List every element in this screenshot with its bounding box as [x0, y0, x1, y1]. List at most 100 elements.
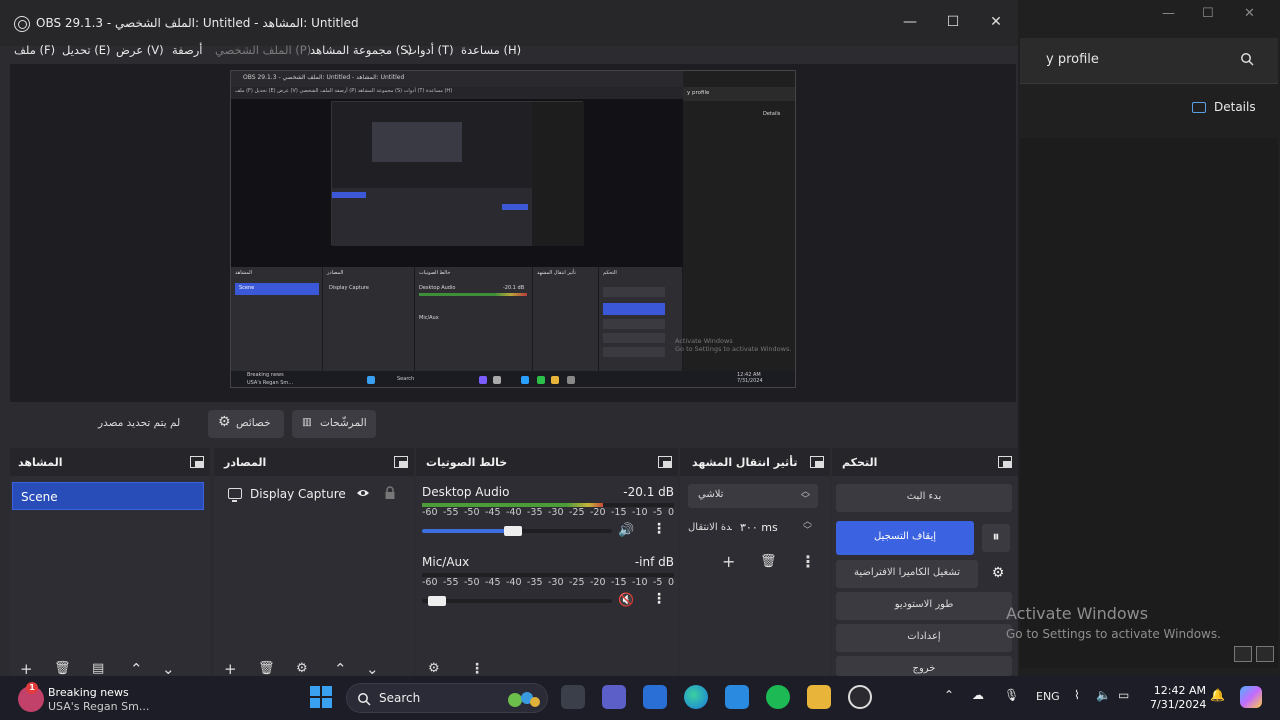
edge-icon[interactable]: [684, 685, 708, 709]
start-button[interactable]: [310, 686, 332, 708]
mini-record-highlight: [502, 204, 528, 210]
details-button[interactable]: Details: [1192, 100, 1256, 114]
language-indicator[interactable]: ENG: [1036, 690, 1060, 703]
spinner-icon[interactable]: ︿ ﹀: [803, 518, 812, 536]
volume-icon[interactable]: 🔈: [1096, 688, 1111, 702]
mail-icon[interactable]: [725, 685, 749, 709]
copilot-icon[interactable]: [1240, 686, 1262, 708]
task-view-icon[interactable]: [561, 685, 585, 709]
clock[interactable]: 12:42 AM 7/31/2024: [1150, 684, 1206, 712]
menu-docks[interactable]: أرصفة: [172, 43, 203, 57]
list-view-icon[interactable]: [1234, 646, 1252, 662]
add-icon[interactable]: +: [722, 552, 735, 571]
taskbar-search[interactable]: Search: [346, 683, 548, 713]
chevron-up-icon[interactable]: ⌃: [130, 662, 143, 677]
mini-docks: المشاهد المصادر خالط الصوتيات تأثير انتق…: [231, 267, 683, 371]
muted-speaker-icon[interactable]: 🔇: [618, 593, 634, 608]
gear-icon[interactable]: ⚙: [428, 662, 440, 676]
view-toggle[interactable]: [1234, 646, 1276, 666]
tile-view-icon[interactable]: [1256, 646, 1274, 662]
settings-button[interactable]: إعدادات: [836, 624, 1012, 652]
meter-tick-label: -60: [422, 577, 438, 588]
source-item[interactable]: Display Capture: [224, 486, 404, 504]
close-button[interactable]: ✕: [986, 14, 1006, 30]
exit-button[interactable]: خروج: [836, 656, 1012, 676]
scene-item[interactable]: Scene: [12, 482, 204, 510]
wifi-icon[interactable]: ⌇: [1074, 688, 1080, 702]
search-icon[interactable]: [1240, 52, 1254, 66]
meter-tick-label: -50: [464, 577, 480, 588]
meter-tick-label: -20: [590, 507, 606, 518]
virtual-camera-button[interactable]: تشغيل الكاميرا الافتراضية: [836, 560, 978, 588]
bg-close-icon[interactable]: ✕: [1244, 6, 1255, 21]
mini-news-title: Breaking news: [247, 372, 284, 378]
transition-select[interactable]: تلاشي ︿ ﹀: [688, 484, 818, 508]
undock-icon[interactable]: [658, 456, 672, 468]
menu-help[interactable]: مساعدة (H): [461, 43, 521, 57]
cloud-icon[interactable]: ☁: [972, 688, 984, 702]
properties-button[interactable]: ⚙ خصائص: [208, 410, 284, 438]
chevron-down-icon[interactable]: ⌄: [162, 662, 175, 677]
file-explorer-icon[interactable]: [807, 685, 831, 709]
bg-search-box[interactable]: y profile: [1020, 38, 1278, 84]
gear-icon[interactable]: ⚙: [296, 662, 308, 676]
stop-recording-button[interactable]: إيقاف التسجيل: [836, 521, 974, 555]
obs-taskbar-icon[interactable]: [848, 685, 872, 709]
menu-edit[interactable]: تحديل (E): [62, 43, 110, 57]
preview-canvas[interactable]: OBS 29.1.3 - الملف الشخصي: Untitled - ال…: [230, 70, 796, 388]
filter-icon[interactable]: ▤: [92, 662, 104, 676]
bg-maximize-icon[interactable]: ☐: [1202, 6, 1214, 21]
battery-icon[interactable]: ▭: [1118, 688, 1129, 702]
kebab-menu-icon[interactable]: ⋮: [652, 591, 666, 607]
meter-tick-label: -20: [590, 577, 606, 588]
undock-icon[interactable]: [998, 456, 1012, 468]
spotify-icon[interactable]: [766, 685, 790, 709]
kebab-menu-icon[interactable]: ⋮: [652, 521, 666, 537]
chevron-up-icon[interactable]: ⌃: [334, 662, 347, 677]
start-streaming-button[interactable]: بدء البث: [836, 484, 1012, 512]
minimize-button[interactable]: —: [900, 14, 920, 30]
notification-bell-icon[interactable]: 🔔: [1210, 688, 1225, 702]
undock-icon[interactable]: [810, 456, 824, 468]
duration-input[interactable]: ٣٠٠ ms ︿ ﹀: [732, 516, 818, 540]
mini-audio-db: -20.1 dB: [503, 285, 525, 291]
trash-icon[interactable]: 🗑: [760, 554, 777, 569]
undock-icon[interactable]: [394, 456, 408, 468]
lock-icon[interactable]: [384, 486, 396, 500]
pause-recording-button[interactable]: ⏸: [982, 524, 1010, 552]
chevron-up-icon[interactable]: ⌃: [944, 688, 954, 702]
store-icon[interactable]: [643, 685, 667, 709]
kebab-menu-icon[interactable]: ⋮: [800, 552, 816, 571]
trash-icon[interactable]: 🗑: [54, 662, 71, 676]
menu-scene-collection[interactable]: مجموعة المشاهد (S): [310, 43, 412, 57]
menu-profile[interactable]: الملف الشخصي (P): [215, 43, 311, 57]
mini-details: Details: [763, 111, 781, 117]
meter-ticks: -60 -55 -50 -45 -40 -35 -30 -25 -20 -15 -10 -5 0: [422, 577, 674, 591]
news-widget[interactable]: 1 Breaking news USA's Regan Sm...: [18, 682, 168, 714]
maximize-button[interactable]: ☐: [943, 14, 963, 30]
eye-icon[interactable]: [356, 488, 370, 498]
trash-icon[interactable]: 🗑: [258, 662, 275, 676]
meter-tick-label: 0: [667, 507, 674, 518]
filters-button[interactable]: ▥ المرشّحات: [292, 410, 376, 438]
volume-slider[interactable]: [422, 596, 612, 606]
microphone-icon[interactable]: 🎙: [1004, 688, 1019, 702]
menu-file[interactable]: ملف (F): [14, 43, 55, 57]
menu-view[interactable]: عرض (V): [116, 43, 164, 57]
mini-audio: Desktop Audio: [419, 285, 456, 291]
transitions-header: تأثير انتقال المشهد: [680, 448, 830, 476]
add-icon[interactable]: +: [20, 662, 33, 677]
menu-tools[interactable]: أدوات (T): [406, 43, 454, 57]
kebab-menu-icon[interactable]: ⋮: [470, 662, 484, 676]
studio-mode-button[interactable]: طور الاستوديو: [836, 592, 1012, 620]
controls-dock: التحكم بدء البث إيقاف التسجيل ⏸ تشغيل ال…: [832, 448, 1018, 676]
mini-taskbar: Breaking news USA's Regan Sm... Search 1…: [231, 371, 795, 387]
add-icon[interactable]: +: [224, 662, 237, 677]
volume-slider[interactable]: [422, 526, 612, 536]
undock-icon[interactable]: [190, 456, 204, 468]
speaker-icon[interactable]: 🔊: [618, 523, 634, 538]
bg-minimize-icon[interactable]: —: [1162, 6, 1175, 21]
teams-icon[interactable]: [602, 685, 626, 709]
virtual-camera-settings-button[interactable]: ⚙: [984, 560, 1012, 588]
chevron-down-icon[interactable]: ⌄: [366, 662, 379, 677]
